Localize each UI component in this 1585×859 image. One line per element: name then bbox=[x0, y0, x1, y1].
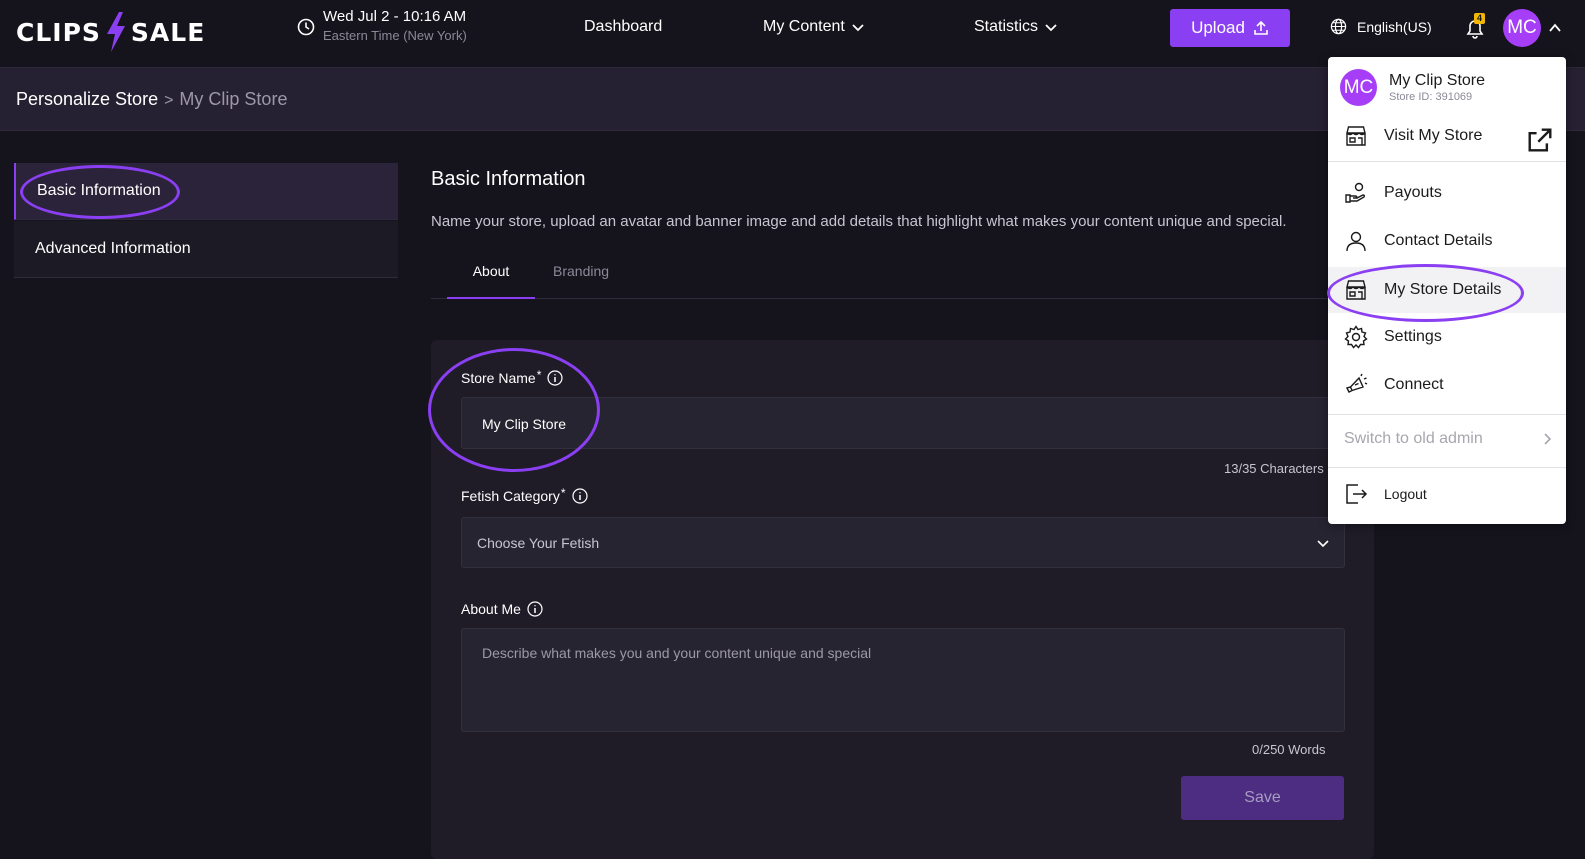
tab-bar: About Branding bbox=[431, 253, 1351, 299]
timezone-label: Eastern Time (New York) bbox=[323, 28, 467, 43]
required-mark: * bbox=[536, 368, 542, 382]
store-name-input[interactable] bbox=[461, 397, 1345, 449]
sidebar-item-label: Advanced Information bbox=[35, 240, 191, 257]
logo-text-right: SALE bbox=[130, 17, 206, 47]
nav-my-content-label: My Content bbox=[763, 18, 845, 35]
fetish-category-select[interactable]: Choose Your Fetish bbox=[461, 517, 1345, 568]
external-link-icon bbox=[1528, 128, 1552, 152]
logout-icon bbox=[1346, 484, 1368, 504]
required-mark: * bbox=[560, 486, 566, 500]
chevron-down-icon bbox=[852, 24, 864, 32]
fetish-category-label: Fetish Category * bbox=[461, 486, 588, 504]
dropdown-store-name: My Clip Store bbox=[1389, 72, 1486, 89]
breadcrumb: Personalize Store > My Clip Store bbox=[16, 89, 287, 110]
language-selector[interactable]: English(US) bbox=[1330, 18, 1432, 35]
about-me-counter: 0/250 Words bbox=[1252, 742, 1326, 757]
upload-button[interactable]: Upload bbox=[1170, 9, 1290, 47]
menu-divider bbox=[1328, 161, 1566, 162]
tab-about-label: About bbox=[472, 263, 510, 279]
page-title: Basic Information bbox=[431, 168, 586, 190]
user-icon bbox=[1346, 231, 1366, 252]
save-button[interactable]: Save bbox=[1181, 776, 1344, 820]
menu-item-payouts[interactable]: Payouts bbox=[1328, 170, 1566, 216]
form-card: Store Name * 13/35 Characters Fetish Cat… bbox=[431, 340, 1374, 859]
megaphone-icon bbox=[1345, 373, 1368, 393]
globe-icon bbox=[1330, 18, 1347, 35]
dropdown-avatar: MC bbox=[1340, 69, 1377, 106]
menu-item-label: Connect bbox=[1384, 376, 1444, 393]
fetish-category-label-text: Fetish Category bbox=[461, 488, 560, 504]
about-me-label-text: About Me bbox=[461, 601, 521, 617]
upload-button-label: Upload bbox=[1191, 18, 1245, 37]
notifications-button[interactable]: 4 bbox=[1462, 13, 1488, 41]
language-label: English(US) bbox=[1357, 18, 1432, 35]
menu-item-switch-old-admin[interactable]: Switch to old admin bbox=[1344, 430, 1554, 448]
about-me-label: About Me bbox=[461, 601, 543, 617]
fetish-category-value: Choose Your Fetish bbox=[477, 535, 600, 551]
menu-item-label: Contact Details bbox=[1384, 232, 1493, 249]
store-name-label-text: Store Name bbox=[461, 370, 536, 386]
sidebar-item-basic-information[interactable]: Basic Information bbox=[14, 163, 398, 220]
menu-divider bbox=[1328, 467, 1566, 468]
menu-item-label: Switch to old admin bbox=[1344, 430, 1483, 447]
chevron-down-icon bbox=[1317, 540, 1329, 548]
store-name-counter: 13/35 Characters bbox=[1224, 461, 1324, 476]
logo-text-left: CLIPS bbox=[16, 17, 101, 47]
nav-dashboard[interactable]: Dashboard bbox=[584, 18, 662, 36]
chevron-down-icon bbox=[1045, 24, 1057, 32]
dropdown-store-id: Store ID: 391069 bbox=[1389, 91, 1473, 103]
tab-about[interactable]: About bbox=[447, 263, 535, 299]
notification-badge: 4 bbox=[1474, 13, 1486, 24]
storefront-icon bbox=[1346, 280, 1366, 300]
chevron-right-icon bbox=[1544, 433, 1552, 445]
tab-branding[interactable]: Branding bbox=[553, 263, 609, 299]
page-description: Name your store, upload an avatar and ba… bbox=[431, 213, 1287, 230]
sidebar-item-advanced-information[interactable]: Advanced Information bbox=[14, 221, 398, 278]
bolt-icon bbox=[106, 12, 125, 52]
datetime-display: Wed Jul 2 - 10:16 AM Eastern Time (New Y… bbox=[323, 8, 467, 43]
payouts-icon bbox=[1345, 182, 1366, 203]
user-avatar[interactable]: MC bbox=[1503, 9, 1541, 47]
about-me-textarea-field[interactable] bbox=[482, 645, 1324, 715]
menu-item-contact-details[interactable]: Contact Details bbox=[1328, 218, 1566, 264]
nav-statistics-label: Statistics bbox=[974, 18, 1039, 35]
menu-item-label: Visit My Store bbox=[1384, 127, 1483, 144]
sidebar-item-label: Basic Information bbox=[37, 182, 161, 199]
menu-item-label: Settings bbox=[1384, 328, 1442, 345]
menu-item-settings[interactable]: Settings bbox=[1328, 314, 1566, 360]
breadcrumb-current: My Clip Store bbox=[179, 89, 288, 109]
menu-item-visit-my-store[interactable]: Visit My Store bbox=[1328, 113, 1566, 159]
menu-item-label: Payouts bbox=[1384, 184, 1442, 201]
nav-statistics[interactable]: Statistics bbox=[974, 18, 1058, 36]
breadcrumb-separator: > bbox=[164, 92, 174, 109]
user-dropdown-menu: MC My Clip Store Store ID: 391069 Visit … bbox=[1328, 57, 1566, 524]
upload-icon bbox=[1254, 20, 1268, 35]
info-icon[interactable] bbox=[527, 601, 543, 617]
info-icon[interactable] bbox=[571, 488, 588, 504]
menu-divider bbox=[1328, 414, 1566, 415]
menu-item-label: Logout bbox=[1384, 486, 1427, 502]
nav-my-content[interactable]: My Content bbox=[763, 18, 865, 36]
info-icon[interactable] bbox=[547, 370, 563, 386]
tab-branding-label: Branding bbox=[553, 263, 610, 279]
dropdown-header: MC My Clip Store Store ID: 391069 bbox=[1340, 69, 1485, 106]
menu-item-connect[interactable]: Connect bbox=[1328, 362, 1566, 408]
store-name-label: Store Name * bbox=[461, 368, 563, 386]
current-datetime: Wed Jul 2 - 10:16 AM bbox=[323, 8, 467, 25]
gear-icon bbox=[1344, 325, 1368, 349]
nav-dashboard-label: Dashboard bbox=[584, 18, 663, 35]
about-me-textarea[interactable] bbox=[461, 628, 1345, 732]
store-name-input-field[interactable] bbox=[482, 416, 1324, 432]
menu-item-logout[interactable]: Logout bbox=[1328, 471, 1566, 517]
menu-item-label: My Store Details bbox=[1384, 281, 1502, 298]
storefront-icon bbox=[1346, 126, 1366, 146]
menu-item-my-store-details[interactable]: My Store Details bbox=[1328, 267, 1566, 313]
clock-icon bbox=[297, 18, 315, 36]
breadcrumb-parent[interactable]: Personalize Store bbox=[16, 89, 158, 110]
clips4sale-logo[interactable]: CLIPS SALE bbox=[16, 12, 205, 52]
chevron-up-icon[interactable] bbox=[1548, 21, 1562, 35]
